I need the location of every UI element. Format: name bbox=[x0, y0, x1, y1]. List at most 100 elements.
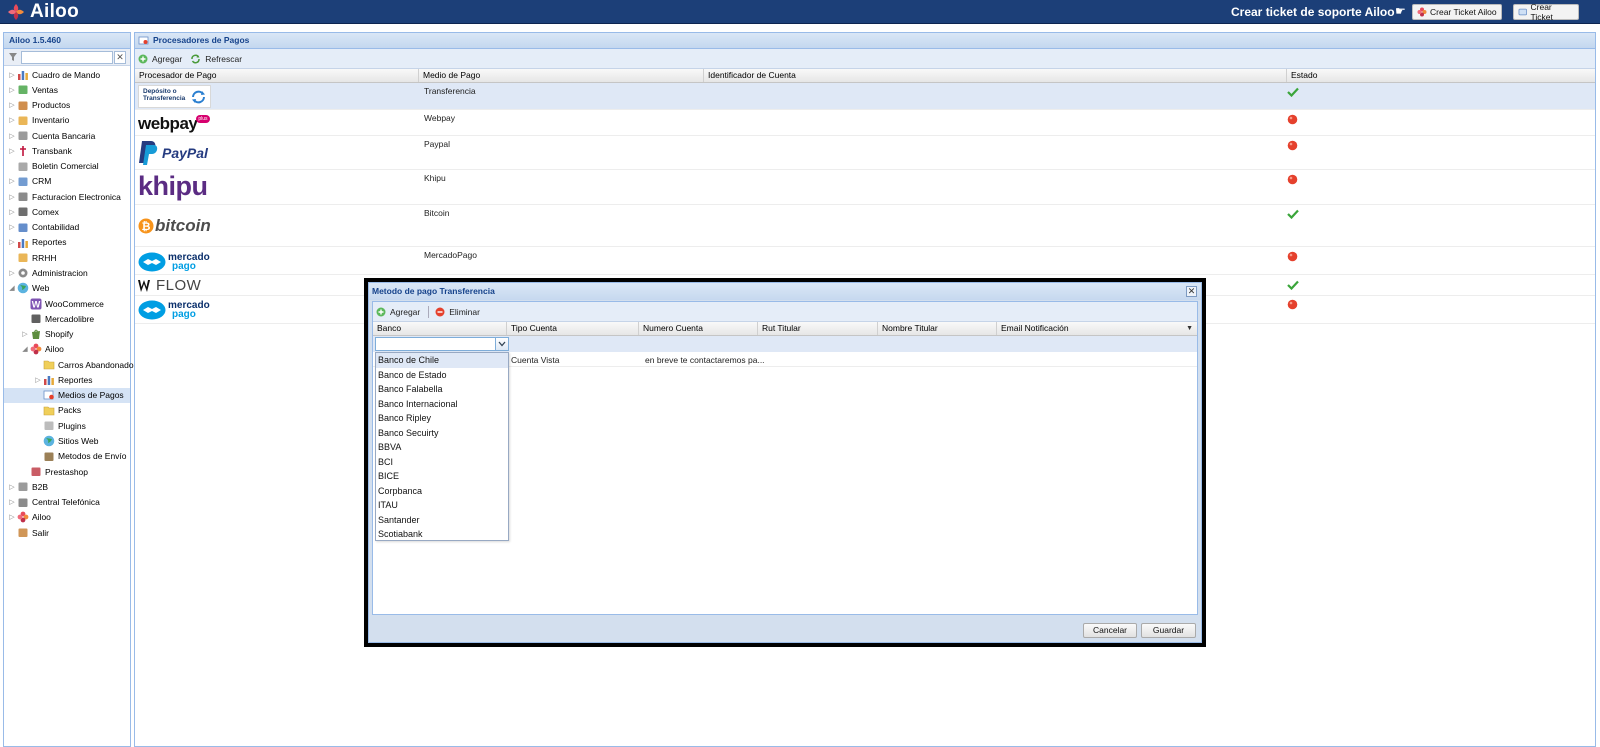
sidebar-item[interactable]: ▷ B2B bbox=[4, 479, 130, 494]
red-dot-icon bbox=[1287, 299, 1298, 310]
sidebar-item[interactable]: ▷ Comex bbox=[4, 204, 130, 219]
sidebar-item[interactable]: ▷ Shopify bbox=[4, 327, 130, 342]
save-button[interactable]: Guardar bbox=[1141, 623, 1196, 638]
bank-option[interactable]: Banco Secuirty bbox=[376, 426, 508, 441]
bank-option[interactable]: Banco Falabella bbox=[376, 382, 508, 397]
column-header-bank[interactable]: Banco bbox=[373, 322, 507, 335]
sidebar-item[interactable]: ▷ Ventas bbox=[4, 82, 130, 97]
sidebar-item[interactable]: ▷ Reportes bbox=[4, 372, 130, 387]
bank-combobox[interactable] bbox=[375, 337, 509, 351]
expand-toggle-icon[interactable]: ▷ bbox=[8, 513, 16, 521]
sidebar-item[interactable]: ▷ Inventario bbox=[4, 113, 130, 128]
column-header-processor[interactable]: Procesador de Pago bbox=[135, 69, 419, 82]
column-header-payment-method[interactable]: Medio de Pago bbox=[419, 69, 704, 82]
bank-option[interactable]: Santander bbox=[376, 513, 508, 528]
expand-toggle-icon[interactable]: ▷ bbox=[8, 71, 16, 79]
create-ailoo-ticket-button[interactable]: Crear Ticket Ailoo bbox=[1412, 4, 1502, 20]
sidebar-item[interactable]: ▷ Reportes bbox=[4, 235, 130, 250]
sidebar-item[interactable]: Metodos de Envío bbox=[4, 449, 130, 464]
expand-toggle-icon[interactable]: ▷ bbox=[8, 147, 16, 155]
expand-toggle-icon[interactable]: ▷ bbox=[8, 223, 16, 231]
bank-option[interactable]: Banco Internacional bbox=[376, 397, 508, 412]
delete-account-button[interactable]: Eliminar bbox=[435, 307, 480, 317]
table-row[interactable]: mercado pago MercadoPago bbox=[135, 247, 1595, 275]
create-ticket-button[interactable]: Crear Ticket bbox=[1513, 2, 1579, 22]
bank-option[interactable]: BICE bbox=[376, 469, 508, 484]
bank-option[interactable]: Scotiabank bbox=[376, 527, 508, 542]
column-menu-icon[interactable]: ▼ bbox=[1186, 322, 1193, 335]
column-header-account-type[interactable]: Tipo Cuenta bbox=[507, 322, 639, 335]
expand-toggle-icon[interactable]: ▷ bbox=[8, 193, 16, 201]
sidebar-item[interactable]: Boletin Comercial bbox=[4, 159, 130, 174]
chevron-down-icon[interactable] bbox=[495, 338, 508, 350]
sidebar-item[interactable]: Mercadolibre bbox=[4, 311, 130, 326]
bank-option[interactable]: Banco Ripley bbox=[376, 411, 508, 426]
bank-option[interactable]: ITAU bbox=[376, 498, 508, 513]
sidebar-item[interactable]: ▷ Productos bbox=[4, 98, 130, 113]
expand-toggle-icon[interactable]: ▷ bbox=[8, 269, 16, 277]
expand-toggle-icon[interactable]: ▷ bbox=[8, 177, 16, 185]
expand-toggle-icon[interactable]: ◢ bbox=[21, 345, 29, 353]
ailoo-logo[interactable]: Ailoo bbox=[6, 1, 79, 22]
close-icon[interactable]: ✕ bbox=[1186, 286, 1197, 297]
column-header-holder-name[interactable]: Nombre Titular bbox=[878, 322, 997, 335]
expand-toggle-icon[interactable]: ▷ bbox=[21, 330, 29, 338]
bank-option[interactable]: BBVA bbox=[376, 440, 508, 455]
table-row[interactable]: webpay plus Webpay bbox=[135, 110, 1595, 136]
expand-toggle-icon[interactable]: ▷ bbox=[8, 483, 16, 491]
sidebar-item[interactable]: W WooCommerce bbox=[4, 296, 130, 311]
column-header-account-number[interactable]: Numero Cuenta bbox=[639, 322, 758, 335]
expand-toggle-icon[interactable]: ▷ bbox=[8, 208, 16, 216]
expand-toggle-icon[interactable]: ▷ bbox=[34, 376, 42, 384]
bank-option[interactable]: Banco de Chile bbox=[376, 353, 508, 368]
sidebar-item[interactable]: ▷ Ailoo bbox=[4, 510, 130, 525]
add-button[interactable]: Agregar bbox=[138, 54, 182, 64]
table-row[interactable]: khipu Khipu bbox=[135, 170, 1595, 205]
table-row[interactable]: ₿ bitcoin Bitcoin bbox=[135, 205, 1595, 247]
sidebar-item[interactable]: ▷ Cuenta Bancaria bbox=[4, 128, 130, 143]
column-header-status[interactable]: Estado bbox=[1287, 69, 1595, 82]
sidebar-item[interactable]: ▷ Administracion bbox=[4, 266, 130, 281]
menu-filter-input[interactable] bbox=[21, 51, 113, 64]
table-row[interactable]: Depósito o Transferencia Transferencia bbox=[135, 83, 1595, 110]
bank-option[interactable]: BCI bbox=[376, 455, 508, 470]
clear-filter-button[interactable]: ✕ bbox=[114, 51, 126, 64]
sidebar-item[interactable]: Prestashop bbox=[4, 464, 130, 479]
table-row[interactable]: PayPal Paypal bbox=[135, 136, 1595, 170]
expand-toggle-icon[interactable]: ▷ bbox=[8, 116, 16, 124]
sidebar-item[interactable]: ▷ Cuadro de Mando bbox=[4, 67, 130, 82]
sidebar-item[interactable]: ▷ Facturacion Electronica bbox=[4, 189, 130, 204]
bank-option[interactable]: Corpbanca bbox=[376, 484, 508, 499]
expand-toggle-icon[interactable]: ◢ bbox=[8, 284, 16, 292]
expand-toggle-icon[interactable]: ▷ bbox=[8, 101, 16, 109]
expand-toggle-icon[interactable]: ▷ bbox=[8, 238, 16, 246]
sidebar-item[interactable]: Sitios Web bbox=[4, 433, 130, 448]
column-header-rut[interactable]: Rut Titular bbox=[758, 322, 878, 335]
sidebar-item[interactable]: ▷ Contabilidad bbox=[4, 220, 130, 235]
sidebar-item[interactable]: Packs bbox=[4, 403, 130, 418]
sidebar-item[interactable]: ▷ Transbank bbox=[4, 143, 130, 158]
expand-toggle-icon[interactable]: ▷ bbox=[8, 498, 16, 506]
column-header-email[interactable]: Email Notificación ▼ bbox=[997, 322, 1197, 335]
cancel-button[interactable]: Cancelar bbox=[1083, 623, 1137, 638]
sidebar-item[interactable]: Plugins bbox=[4, 418, 130, 433]
sidebar-item[interactable]: Carros Abandonados bbox=[4, 357, 138, 372]
main-toolbar: Agregar Refrescar bbox=[135, 49, 1595, 69]
expand-toggle-icon[interactable]: ▷ bbox=[8, 86, 16, 94]
sidebar-item[interactable]: Medios de Pagos bbox=[4, 387, 130, 403]
version-label: Ailoo 1.5.460 bbox=[4, 33, 130, 49]
sidebar-item-label: RRHH bbox=[32, 252, 57, 263]
sidebar-item[interactable]: ◢ Web bbox=[4, 281, 130, 296]
column-header-account-id[interactable]: Identificador de Cuenta bbox=[704, 69, 1287, 82]
filter-icon[interactable] bbox=[8, 52, 18, 62]
bank-option[interactable]: Banco de Estado bbox=[376, 368, 508, 383]
refresh-button[interactable]: Refrescar bbox=[190, 54, 242, 64]
sidebar-item[interactable]: ▷ Central Telefónica bbox=[4, 495, 130, 510]
expand-toggle-icon[interactable]: ▷ bbox=[8, 132, 16, 140]
sidebar-item[interactable]: ◢ Ailoo bbox=[4, 342, 130, 357]
add-account-button[interactable]: Agregar bbox=[376, 307, 420, 317]
sidebar-item[interactable]: ▷ CRM bbox=[4, 174, 130, 189]
sidebar-item[interactable]: Salir bbox=[4, 525, 130, 540]
sidebar-item[interactable]: RRHH bbox=[4, 250, 130, 265]
delete-icon bbox=[435, 307, 445, 316]
